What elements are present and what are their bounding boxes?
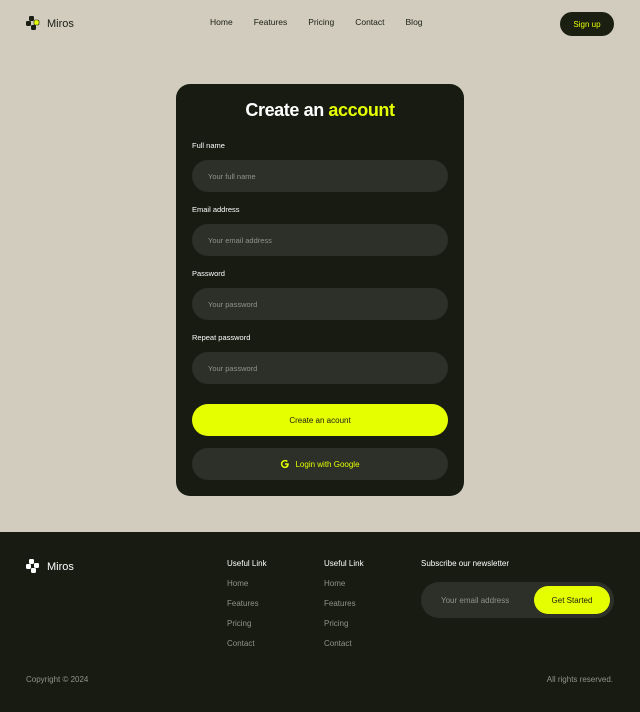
brand[interactable]: Miros xyxy=(26,16,74,31)
google-g-icon xyxy=(280,459,290,469)
nav-link-home[interactable]: Home xyxy=(210,17,233,27)
rights-text: All rights reserved. xyxy=(546,675,613,684)
footer-col2-link-pricing[interactable]: Pricing xyxy=(324,619,348,628)
footer-col2-title: Useful Link xyxy=(324,559,364,568)
nav-link-features[interactable]: Features xyxy=(254,17,288,27)
footer-bg: Miros xyxy=(0,532,640,712)
footer-col1-link-contact[interactable]: Contact xyxy=(227,639,255,648)
footer-col1-link-home[interactable]: Home xyxy=(227,579,248,588)
form-title-accent: account xyxy=(328,100,395,120)
copyright-text: Copyright © 2024 xyxy=(26,675,89,684)
password-label: Password xyxy=(192,269,225,278)
create-account-button[interactable]: Create an acount xyxy=(192,404,448,436)
repeat-password-label: Repeat password xyxy=(192,333,251,342)
footer-col1-title: Useful Link xyxy=(227,559,267,568)
google-login-button[interactable]: Login with Google xyxy=(192,448,448,480)
get-started-button[interactable]: Get Started xyxy=(534,586,610,614)
footer-col2-link-home[interactable]: Home xyxy=(324,579,345,588)
page-top: Miros Home Features Pricing Contact Blog… xyxy=(0,0,640,532)
footer-col2-link-features[interactable]: Features xyxy=(324,599,356,608)
repeat-password-input[interactable] xyxy=(192,352,448,384)
newsletter-form: Get Started xyxy=(421,582,614,618)
grid-logo-icon xyxy=(26,559,41,574)
brand-name: Miros xyxy=(47,17,74,30)
form-title: Create an account xyxy=(0,100,640,121)
footer-brand[interactable]: Miros xyxy=(26,559,74,574)
navbar: Miros Home Features Pricing Contact Blog… xyxy=(0,0,640,48)
footer-brand-name: Miros xyxy=(47,560,74,573)
footer-col1-link-features[interactable]: Features xyxy=(227,599,259,608)
full-name-input[interactable] xyxy=(192,160,448,192)
grid-logo-icon xyxy=(26,16,41,31)
full-name-label: Full name xyxy=(192,141,225,150)
form-title-main: Create an xyxy=(245,100,324,120)
main-nav: Home Features Pricing Contact Blog xyxy=(210,17,444,27)
signup-button[interactable]: Sign up xyxy=(560,12,614,36)
email-label: Email address xyxy=(192,205,240,214)
newsletter-email-input[interactable] xyxy=(421,582,534,618)
newsletter-title: Subscribe our newsletter xyxy=(421,559,510,568)
footer-col1-link-pricing[interactable]: Pricing xyxy=(227,619,251,628)
nav-link-pricing[interactable]: Pricing xyxy=(308,17,334,27)
email-input[interactable] xyxy=(192,224,448,256)
nav-link-contact[interactable]: Contact xyxy=(355,17,384,27)
password-input[interactable] xyxy=(192,288,448,320)
footer-col2-link-contact[interactable]: Contact xyxy=(324,639,352,648)
google-login-label: Login with Google xyxy=(295,459,360,469)
nav-link-blog[interactable]: Blog xyxy=(406,17,423,27)
